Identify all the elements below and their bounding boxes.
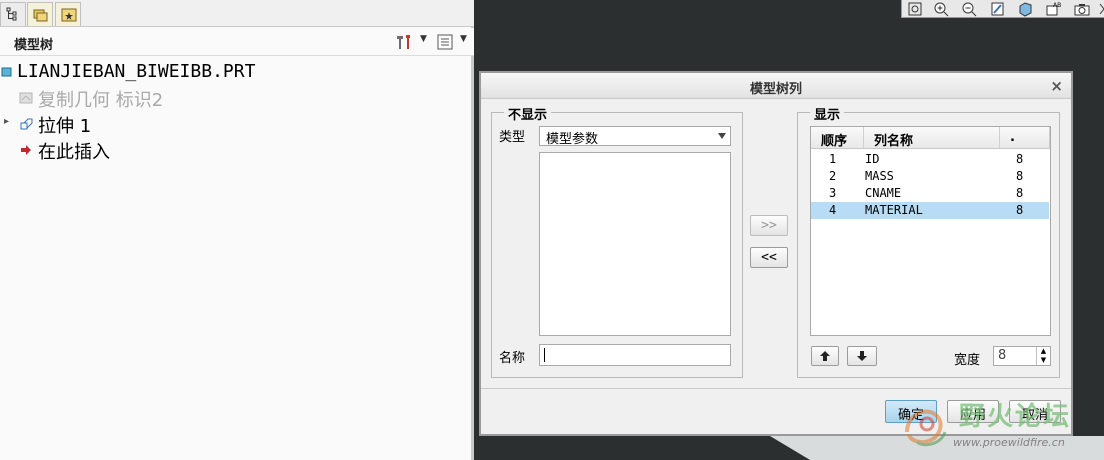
hidden-columns-list[interactable] (539, 152, 731, 336)
tree-item-label: 复制几何 标识2 (38, 90, 164, 111)
tree-item-label: 拉伸 1 (38, 116, 92, 137)
cancel-button[interactable]: 取消 (1009, 400, 1061, 423)
move-left-button[interactable]: << (750, 247, 788, 268)
column-header-order[interactable]: 顺序 (811, 127, 864, 149)
dialog-titlebar[interactable]: 模型树列 × (481, 73, 1071, 99)
type-select-value: 模型参数 (546, 132, 599, 147)
width-stepper[interactable]: 8 ▲ ▼ (993, 346, 1051, 366)
row-name: MASS (865, 169, 894, 183)
table-row[interactable]: 1 ID 8 (811, 151, 1049, 168)
row-width: 8 (1016, 152, 1024, 166)
model-tree-icon (6, 7, 17, 21)
panel-tabs (0, 0, 474, 27)
shown-columns-group: 显示 顺序 列名称 . 1 ID 8 2 MASS 8 3 CNAME 8 4 (797, 104, 1060, 378)
row-width: 8 (1016, 203, 1024, 217)
column-header-width[interactable]: . (1000, 127, 1050, 149)
width-label: 宽度 (954, 353, 981, 368)
view-toolbar: AB (901, 0, 1104, 18)
expand-triangle-icon[interactable]: ▸ (4, 116, 9, 127)
text-caret (544, 348, 545, 362)
tree-item-label: LIANJIEBAN_BIWEIBB.PRT (17, 61, 256, 82)
camera-icon[interactable] (1072, 1, 1092, 17)
svg-text:AB: AB (1053, 2, 1061, 9)
settings-dropdown-icon[interactable]: ▼ (420, 34, 427, 44)
zoom-out-icon[interactable] (960, 1, 980, 17)
row-name: ID (865, 152, 880, 166)
shown-group-title: 显示 (810, 104, 845, 123)
folder-browser-icon (33, 9, 48, 22)
tab-favorites[interactable] (55, 2, 81, 26)
settings-tools-icon[interactable] (394, 33, 414, 51)
tab-model-tree[interactable] (0, 2, 26, 26)
arrow-down-icon (857, 351, 867, 361)
panel-title: 模型树 (14, 38, 54, 53)
orient-icon[interactable] (1016, 1, 1036, 17)
row-order: 3 (829, 186, 837, 200)
row-order: 2 (829, 169, 837, 183)
model-tree-panel: 模型树 ▼ ▼ LIANJIEBAN_BIWEIBB.PRT 复制几何 标识2 … (0, 0, 474, 460)
row-order: 4 (829, 203, 837, 217)
hidden-group-title: 不显示 (504, 104, 552, 123)
tree-item-label: 在此插入 (38, 142, 110, 163)
saved-views-icon[interactable]: AB (1044, 1, 1064, 17)
show-list-icon[interactable] (436, 33, 454, 51)
insert-arrow-icon (21, 145, 31, 155)
table-row[interactable]: 3 CNAME 8 (811, 185, 1049, 202)
hidden-columns-group: 不显示 类型 模型参数 名称 (491, 104, 743, 378)
dialog-separator (481, 388, 1071, 389)
row-width: 8 (1016, 186, 1024, 200)
row-name: MATERIAL (865, 203, 923, 217)
table-row-selected[interactable]: 4 MATERIAL 8 (811, 202, 1049, 219)
move-up-button[interactable] (811, 346, 839, 366)
name-input[interactable] (539, 344, 731, 366)
row-order: 1 (829, 152, 837, 166)
dialog-title: 模型树列 (749, 82, 802, 97)
zoom-in-icon[interactable] (932, 1, 952, 17)
favorites-icon (61, 8, 77, 22)
model-tree-header: 模型树 ▼ ▼ (0, 28, 474, 56)
ok-button[interactable]: 确定 (885, 400, 937, 423)
move-right-button[interactable]: >> (750, 215, 788, 236)
row-width: 8 (1016, 169, 1024, 183)
chevron-down-icon (718, 133, 726, 139)
more-icon[interactable] (1098, 1, 1104, 17)
stepper-down-icon[interactable]: ▼ (1036, 356, 1050, 365)
table-row[interactable]: 2 MASS 8 (811, 168, 1049, 185)
refit-icon[interactable] (906, 1, 926, 17)
name-label: 名称 (499, 351, 526, 366)
arrow-up-icon (820, 351, 830, 361)
row-name: CNAME (865, 186, 902, 200)
extrude-icon (20, 118, 33, 130)
tab-folder-browser[interactable] (27, 2, 53, 26)
viewport-surface (770, 436, 1104, 460)
show-dropdown-icon[interactable]: ▼ (460, 34, 467, 44)
width-stepper-value: 8 (998, 348, 1007, 363)
column-header-name[interactable]: 列名称 (864, 127, 1000, 149)
model-tree-columns-dialog: 模型树列 × 不显示 类型 模型参数 名称 >> << 显示 顺序 列名称 . … (479, 71, 1073, 436)
type-label: 类型 (499, 130, 526, 145)
stepper-up-icon[interactable]: ▲ (1036, 347, 1050, 356)
repaint-icon[interactable] (988, 1, 1008, 17)
shown-columns-table[interactable]: 顺序 列名称 . 1 ID 8 2 MASS 8 3 CNAME 8 4 MAT… (810, 126, 1051, 336)
apply-button[interactable]: 应用 (947, 400, 999, 423)
part-icon (1, 67, 12, 77)
copy-geometry-icon (19, 92, 33, 104)
close-icon[interactable]: × (1050, 77, 1063, 95)
type-select[interactable]: 模型参数 (539, 126, 731, 147)
move-down-button[interactable] (847, 346, 877, 366)
